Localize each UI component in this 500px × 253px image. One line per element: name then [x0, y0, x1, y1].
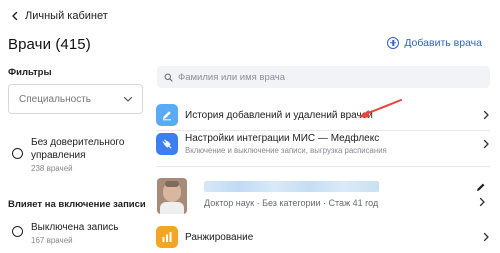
search-input[interactable]	[178, 71, 478, 83]
filter-booking-count: 167 врачей	[31, 236, 73, 245]
chevron-right-icon	[479, 197, 485, 207]
back-link[interactable]: Личный кабинет	[10, 10, 108, 22]
search-bar[interactable]	[157, 66, 490, 88]
history-title: История добавлений и удалений врачей	[185, 109, 373, 121]
ranking-title: Ранжирование	[185, 231, 254, 243]
annotation-arrow-icon	[358, 99, 402, 118]
pencil-icon	[163, 111, 171, 121]
doctor-avatar	[157, 178, 187, 214]
divider	[156, 166, 490, 167]
booking-section-heading: Влияет на включение записи	[8, 199, 146, 210]
filter-trust-option[interactable]: Без доверительного управления 238 врачей	[12, 136, 131, 173]
doctor-card[interactable]: Доктор наук · Без категории · Стаж 41 го…	[157, 178, 490, 218]
radio-button[interactable]	[12, 148, 23, 159]
specialty-select-value: Специальность	[19, 93, 91, 105]
edit-pencil-icon[interactable]	[476, 182, 486, 192]
chevron-right-icon	[483, 139, 489, 149]
chevron-down-icon	[123, 96, 133, 102]
chevron-right-icon	[483, 110, 489, 120]
radio-button[interactable]	[12, 226, 23, 237]
plug-icon	[162, 139, 172, 149]
ranking-row[interactable]: Ранжирование	[156, 226, 490, 248]
doctor-meta: Доктор наук · Без категории · Стаж 41 го…	[204, 198, 379, 208]
mis-integration-row[interactable]: Настройки интеграции МИС — Медфлекс Вклю…	[156, 133, 490, 155]
filter-booking-option[interactable]: Выключена запись 167 врачей	[12, 221, 118, 245]
search-icon	[164, 73, 173, 82]
specialty-select[interactable]: Специальность	[8, 84, 143, 114]
bar-chart-icon	[162, 232, 172, 242]
plus-circle-icon	[387, 37, 400, 49]
history-row[interactable]: История добавлений и удалений врачей	[156, 104, 490, 126]
doctor-name-redacted	[204, 181, 379, 192]
divider	[156, 130, 490, 131]
filter-trust-label: Без доверительного управления	[31, 137, 125, 161]
add-doctor-label: Добавить врача	[404, 37, 482, 49]
filters-heading: Фильтры	[8, 67, 52, 78]
add-doctor-button[interactable]: Добавить врача	[387, 37, 482, 49]
mis-subtitle: Включение и выключение записи, выгрузка …	[185, 146, 387, 155]
chevron-left-icon	[12, 11, 18, 21]
mis-tile	[156, 133, 178, 155]
back-link-label: Личный кабинет	[25, 10, 108, 22]
filter-trust-count: 238 врачей	[31, 164, 73, 173]
mis-title: Настройки интеграции МИС — Медфлекс	[185, 133, 380, 144]
ranking-tile	[156, 226, 178, 248]
chevron-right-icon	[483, 232, 489, 242]
page-title: Врачи (415)	[8, 36, 91, 53]
filter-booking-label: Выключена запись	[31, 222, 119, 233]
history-tile	[156, 104, 178, 126]
